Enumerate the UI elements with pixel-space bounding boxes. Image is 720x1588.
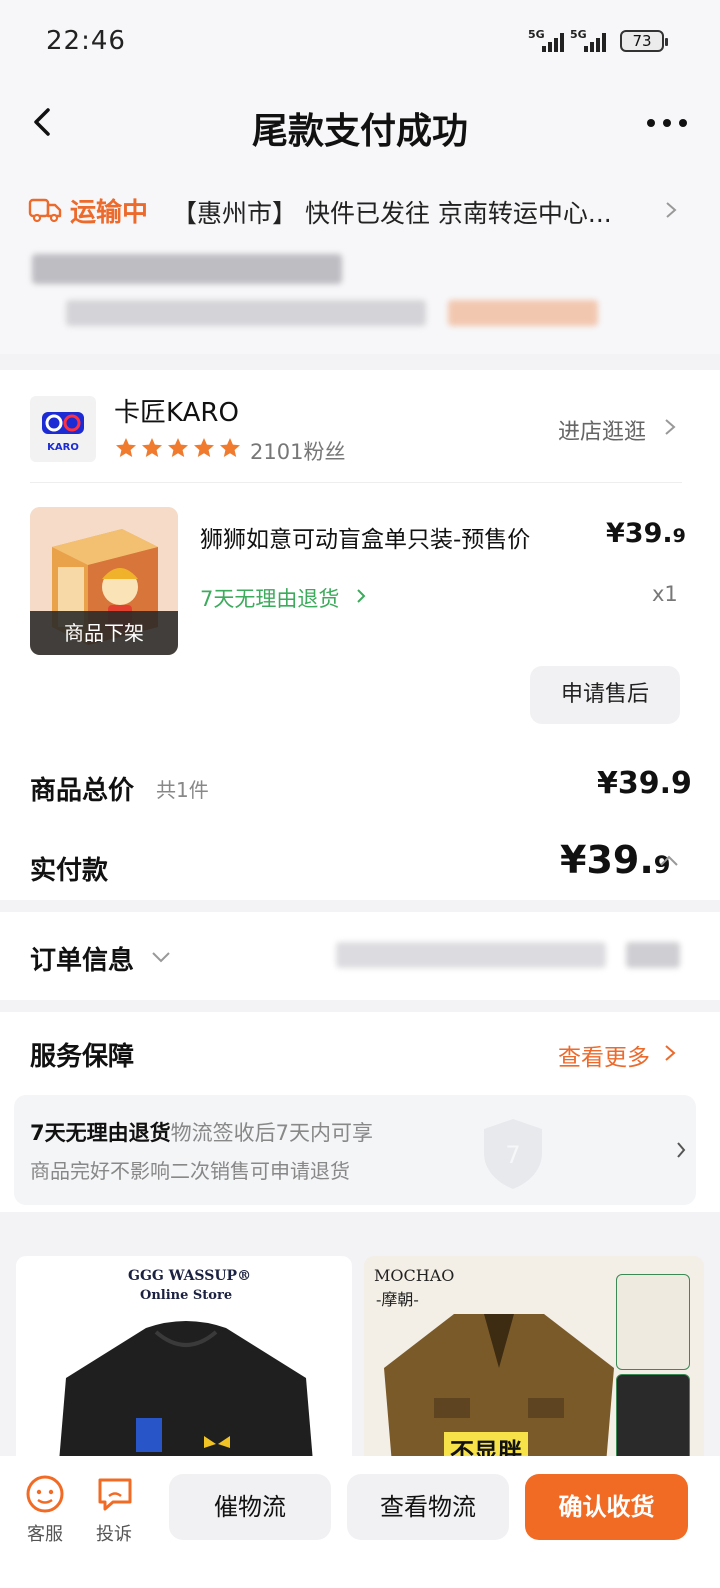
- product-quantity: x1: [652, 582, 678, 606]
- chevron-right-icon: [357, 589, 366, 603]
- service-more-link[interactable]: 查看更多: [558, 1038, 650, 1072]
- product-image[interactable]: 商品下架: [30, 507, 178, 655]
- logistics-state: 运输中: [70, 198, 149, 228]
- logistics-section[interactable]: 运输中 【惠州市】 快件已发往 京南转运中心...: [0, 164, 720, 354]
- star-icon: [218, 436, 242, 460]
- battery-icon: 73: [620, 30, 668, 52]
- shop-name[interactable]: 卡匠KARO: [114, 392, 239, 429]
- status-bar: 22:46 5G 5G 73: [0, 0, 720, 84]
- chevron-right-icon: [677, 1142, 686, 1158]
- chevron-down-icon: [152, 952, 170, 963]
- shop-logo[interactable]: KARO: [30, 396, 96, 462]
- chevron-up-icon[interactable]: [658, 854, 680, 868]
- complaint-icon[interactable]: [95, 1474, 135, 1514]
- star-icon: [192, 436, 216, 460]
- logistics-detail: 【惠州市】 快件已发往 京南转运中心...: [172, 199, 612, 228]
- nav-bar: 尾款支付成功: [0, 84, 720, 164]
- confirm-receipt-button[interactable]: 确认收货: [525, 1474, 688, 1540]
- urge-logistics-button[interactable]: 催物流: [169, 1474, 331, 1540]
- truck-icon: [28, 198, 62, 223]
- paid-value: ¥39.9: [560, 838, 671, 882]
- product-status-overlay: 商品下架: [30, 611, 178, 655]
- shop-rating: [114, 436, 244, 460]
- order-info-label: 订单信息: [30, 946, 135, 976]
- product-price: ¥39.9: [606, 518, 686, 549]
- paid-label: 实付款: [30, 856, 109, 886]
- address-blurred: [32, 254, 342, 284]
- chevron-right-icon: [665, 1045, 676, 1061]
- shield-icon: 7: [484, 1119, 542, 1189]
- customer-service-label[interactable]: 客服: [15, 1520, 75, 1546]
- service-item[interactable]: 7天无理由退货物流签收后7天内可享 商品完好不影响二次销售可申请退货 7: [14, 1095, 696, 1205]
- status-time: 22:46: [46, 26, 126, 56]
- order-card: KARO 卡匠KARO 2101粉丝 进店逛逛 商品下架 狮狮如意可动盲盒单只装…: [0, 370, 720, 900]
- shop-fans: 2101粉丝: [250, 440, 346, 464]
- recommendation-feed: GGG WASSUP® Online Store MOCHAO -摩朝- 不显胖: [0, 1228, 720, 1456]
- more-dots-icon[interactable]: [645, 108, 689, 138]
- service-item-title: 7天无理由退货物流签收后7天内可享: [30, 1121, 373, 1145]
- thumbnail[interactable]: [616, 1374, 690, 1456]
- order-info-row[interactable]: 订单信息: [0, 912, 720, 1000]
- chevron-right-icon: [665, 419, 676, 435]
- service-item-desc: 商品完好不影响二次销售可申请退货: [30, 1159, 350, 1183]
- recommendation-caption: 不显胖: [444, 1432, 528, 1456]
- chevron-right-icon: [666, 202, 677, 218]
- enter-shop-link[interactable]: 进店逛逛: [558, 414, 646, 446]
- svg-text:KARO: KARO: [47, 442, 79, 453]
- divider: [30, 482, 682, 483]
- after-sale-button[interactable]: 申请售后: [530, 666, 680, 724]
- customer-service-icon[interactable]: [25, 1474, 65, 1514]
- service-section: 服务保障 查看更多 7天无理由退货物流签收后7天内可享 商品完好不影响二次销售可…: [0, 1012, 720, 1212]
- total-label: 商品总价: [30, 776, 135, 806]
- recommended-product-card[interactable]: MOCHAO -摩朝- 不显胖: [364, 1256, 704, 1456]
- contact-blurred: [66, 300, 426, 326]
- view-logistics-button[interactable]: 查看物流: [347, 1474, 509, 1540]
- thumbnail[interactable]: [616, 1274, 690, 1370]
- order-number-blurred: [336, 942, 606, 968]
- svg-text:7: 7: [505, 1141, 520, 1169]
- complaint-label[interactable]: 投诉: [84, 1520, 144, 1546]
- star-icon: [140, 436, 164, 460]
- hoodie-image: [59, 1321, 313, 1456]
- phone-blurred: [448, 300, 598, 326]
- star-icon: [166, 436, 190, 460]
- return-policy-tag[interactable]: 7天无理由退货: [200, 583, 339, 613]
- copy-blurred: [626, 942, 680, 968]
- recommended-product-card[interactable]: GGG WASSUP® Online Store: [16, 1256, 352, 1456]
- total-count: 共1件: [156, 778, 209, 802]
- service-title: 服务保障: [30, 1042, 135, 1072]
- page-title: 尾款支付成功: [251, 111, 468, 152]
- product-title[interactable]: 狮狮如意可动盲盒单只装-预售价: [200, 520, 530, 554]
- star-icon: [114, 436, 138, 460]
- total-value: ¥39.9: [597, 766, 692, 801]
- bottom-action-bar: 客服 投诉 催物流 查看物流 确认收货: [0, 1456, 720, 1588]
